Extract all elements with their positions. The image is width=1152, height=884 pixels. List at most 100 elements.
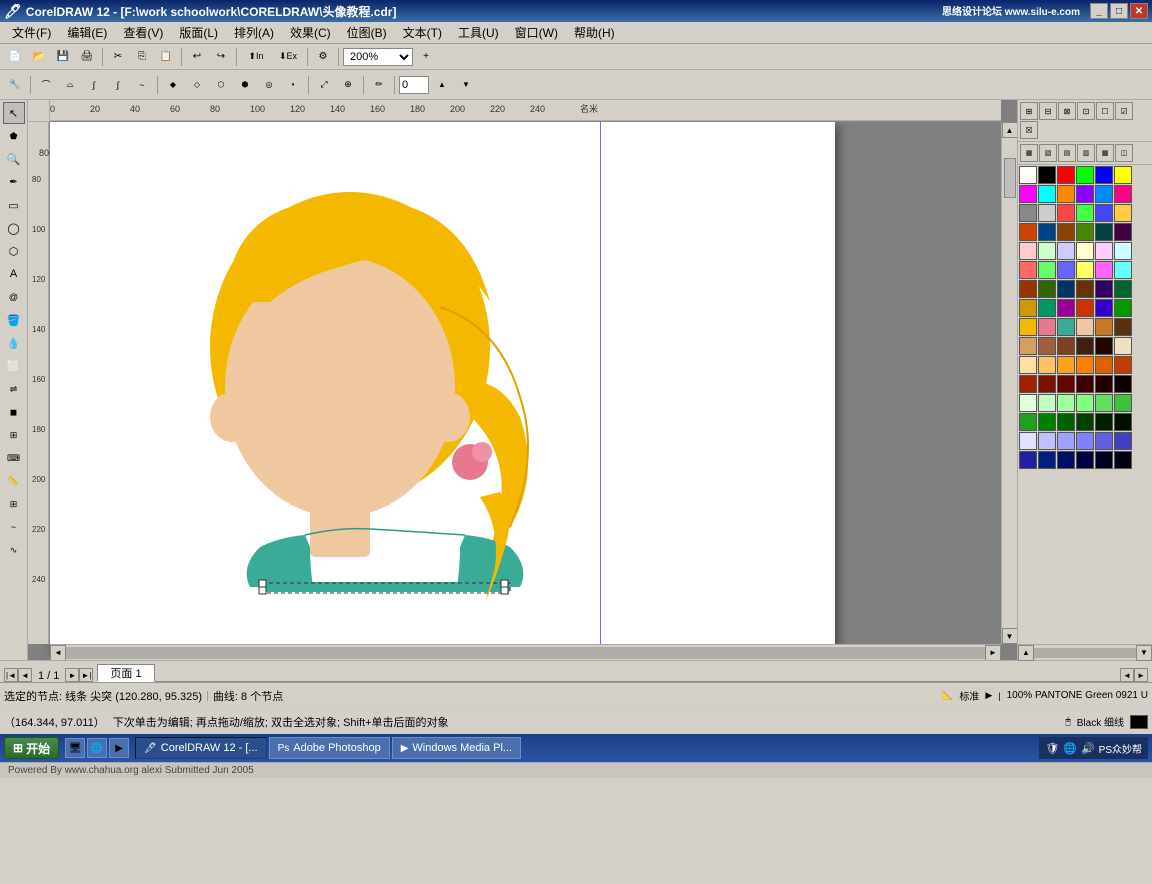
color-swatch-46[interactable] (1095, 299, 1113, 317)
print-btn[interactable]: 🖨 (76, 46, 98, 68)
color-swatch-42[interactable] (1019, 299, 1037, 317)
color-swatch-95[interactable] (1114, 451, 1132, 469)
color-swatch-93[interactable] (1076, 451, 1094, 469)
stretch-btn[interactable]: ⤢ (313, 74, 335, 96)
page-last-btn[interactable]: ►| (79, 668, 93, 682)
color-swatch-18[interactable] (1019, 223, 1037, 241)
color-swatch-61[interactable] (1038, 356, 1056, 374)
color-swatch-15[interactable] (1076, 204, 1094, 222)
pal-icon4[interactable]: ▥ (1077, 144, 1095, 162)
page-prev-btn[interactable]: ◄ (18, 668, 32, 682)
color-swatch-57[interactable] (1076, 337, 1094, 355)
color-swatch-87[interactable] (1076, 432, 1094, 450)
palette-scroll[interactable]: ▲ ▼ (1018, 644, 1152, 660)
menu-text[interactable]: 文本(T) (395, 22, 450, 43)
blend-tool[interactable]: ⇌ (3, 378, 25, 400)
color-swatch-19[interactable] (1038, 223, 1056, 241)
fill-tool[interactable]: 🪣 (3, 309, 25, 331)
color-swatch-45[interactable] (1076, 299, 1094, 317)
color-swatch-49[interactable] (1038, 318, 1056, 336)
menu-bitmap[interactable]: 位图(B) (339, 22, 395, 43)
hscrollbar[interactable]: ◄ ► (50, 644, 1001, 660)
color-swatch-80[interactable] (1057, 413, 1075, 431)
zoom-in-btn[interactable]: + (415, 46, 437, 68)
curve-btn4[interactable]: ∫ (107, 74, 129, 96)
menu-arrange[interactable]: 排列(A) (226, 22, 282, 43)
color-swatch-14[interactable] (1057, 204, 1075, 222)
menu-view[interactable]: 查看(V) (115, 22, 171, 43)
redo-btn[interactable]: ↪ (210, 46, 232, 68)
page-next-btn[interactable]: ► (65, 668, 79, 682)
media-icon[interactable]: ▶ (109, 738, 129, 758)
minimize-button[interactable]: _ (1090, 3, 1108, 19)
tray-antivirus[interactable]: 🛡 (1045, 742, 1059, 755)
color-swatch-56[interactable] (1057, 337, 1075, 355)
maximize-button[interactable]: □ (1110, 3, 1128, 19)
color-swatch-3[interactable] (1076, 166, 1094, 184)
color-swatch-32[interactable] (1057, 261, 1075, 279)
color-swatch-9[interactable] (1076, 185, 1094, 203)
pal-btn3[interactable]: ⊠ (1058, 102, 1076, 120)
ellipse-tool[interactable]: ◯ (3, 217, 25, 239)
color-swatch-13[interactable] (1038, 204, 1056, 222)
color-swatch-50[interactable] (1057, 318, 1075, 336)
color-swatch-94[interactable] (1095, 451, 1113, 469)
color-swatch-83[interactable] (1114, 413, 1132, 431)
color-swatch-12[interactable] (1019, 204, 1037, 222)
measure-tool[interactable]: 📏 (3, 470, 25, 492)
color-swatch-5[interactable] (1114, 166, 1132, 184)
pal-btn7[interactable]: ☒ (1020, 121, 1038, 139)
color-swatch-72[interactable] (1019, 394, 1037, 412)
color-swatch-59[interactable] (1114, 337, 1132, 355)
color-swatch-55[interactable] (1038, 337, 1056, 355)
color-swatch-52[interactable] (1095, 318, 1113, 336)
scroll-up-btn[interactable]: ▲ (1002, 122, 1018, 138)
pal-btn1[interactable]: ⊞ (1020, 102, 1038, 120)
cut-btn[interactable]: ✂ (107, 46, 129, 68)
color-swatch-89[interactable] (1114, 432, 1132, 450)
canvas-container[interactable]: 0 20 40 60 80 100 120 140 160 180 200 22… (28, 100, 1017, 660)
color-swatch-70[interactable] (1095, 375, 1113, 393)
node-btn6[interactable]: • (282, 74, 304, 96)
scroll-left-btn[interactable]: ◄ (50, 645, 66, 661)
page-tab-1[interactable]: 页面 1 (97, 664, 154, 682)
color-swatch-79[interactable] (1038, 413, 1056, 431)
node-tool-btn[interactable]: ⬟ (3, 125, 25, 147)
color-swatch-64[interactable] (1095, 356, 1113, 374)
start-button[interactable]: ⊞ 开始 (4, 737, 59, 759)
color-swatch-65[interactable] (1114, 356, 1132, 374)
pal-icon3[interactable]: ▤ (1058, 144, 1076, 162)
copy-btn[interactable]: ⎘ (131, 46, 153, 68)
color-swatch-92[interactable] (1057, 451, 1075, 469)
pal-btn2[interactable]: ⊟ (1039, 102, 1057, 120)
color-swatch-77[interactable] (1114, 394, 1132, 412)
zoom-tool[interactable]: 🔍 (3, 148, 25, 170)
ie-icon[interactable]: 🌐 (87, 738, 107, 758)
color-swatch-39[interactable] (1076, 280, 1094, 298)
paste-btn[interactable]: 📋 (155, 46, 177, 68)
color-swatch-51[interactable] (1076, 318, 1094, 336)
color-swatch-88[interactable] (1095, 432, 1113, 450)
color-swatch-68[interactable] (1057, 375, 1075, 393)
close-button[interactable]: ✕ (1130, 3, 1148, 19)
color-swatch-21[interactable] (1076, 223, 1094, 241)
save-btn[interactable]: 💾 (52, 46, 74, 68)
scroll-thumb[interactable] (1004, 158, 1016, 198)
color-swatch-23[interactable] (1114, 223, 1132, 241)
color-swatch-47[interactable] (1114, 299, 1132, 317)
curve-btn5[interactable]: ~ (131, 74, 153, 96)
color-swatch-48[interactable] (1019, 318, 1037, 336)
color-swatch-86[interactable] (1057, 432, 1075, 450)
color-swatch-0[interactable] (1019, 166, 1037, 184)
shadow-tool[interactable]: ◼ (3, 401, 25, 423)
color-swatch-27[interactable] (1076, 242, 1094, 260)
color-swatch-38[interactable] (1057, 280, 1075, 298)
new-btn[interactable]: 📄 (4, 46, 26, 68)
color-swatch-54[interactable] (1019, 337, 1037, 355)
color-swatch-24[interactable] (1019, 242, 1037, 260)
color-swatch-41[interactable] (1114, 280, 1132, 298)
color-swatch-40[interactable] (1095, 280, 1113, 298)
color-swatch-33[interactable] (1076, 261, 1094, 279)
options-btn[interactable]: ⚙ (312, 46, 334, 68)
node-btn1[interactable]: ◆ (162, 74, 184, 96)
